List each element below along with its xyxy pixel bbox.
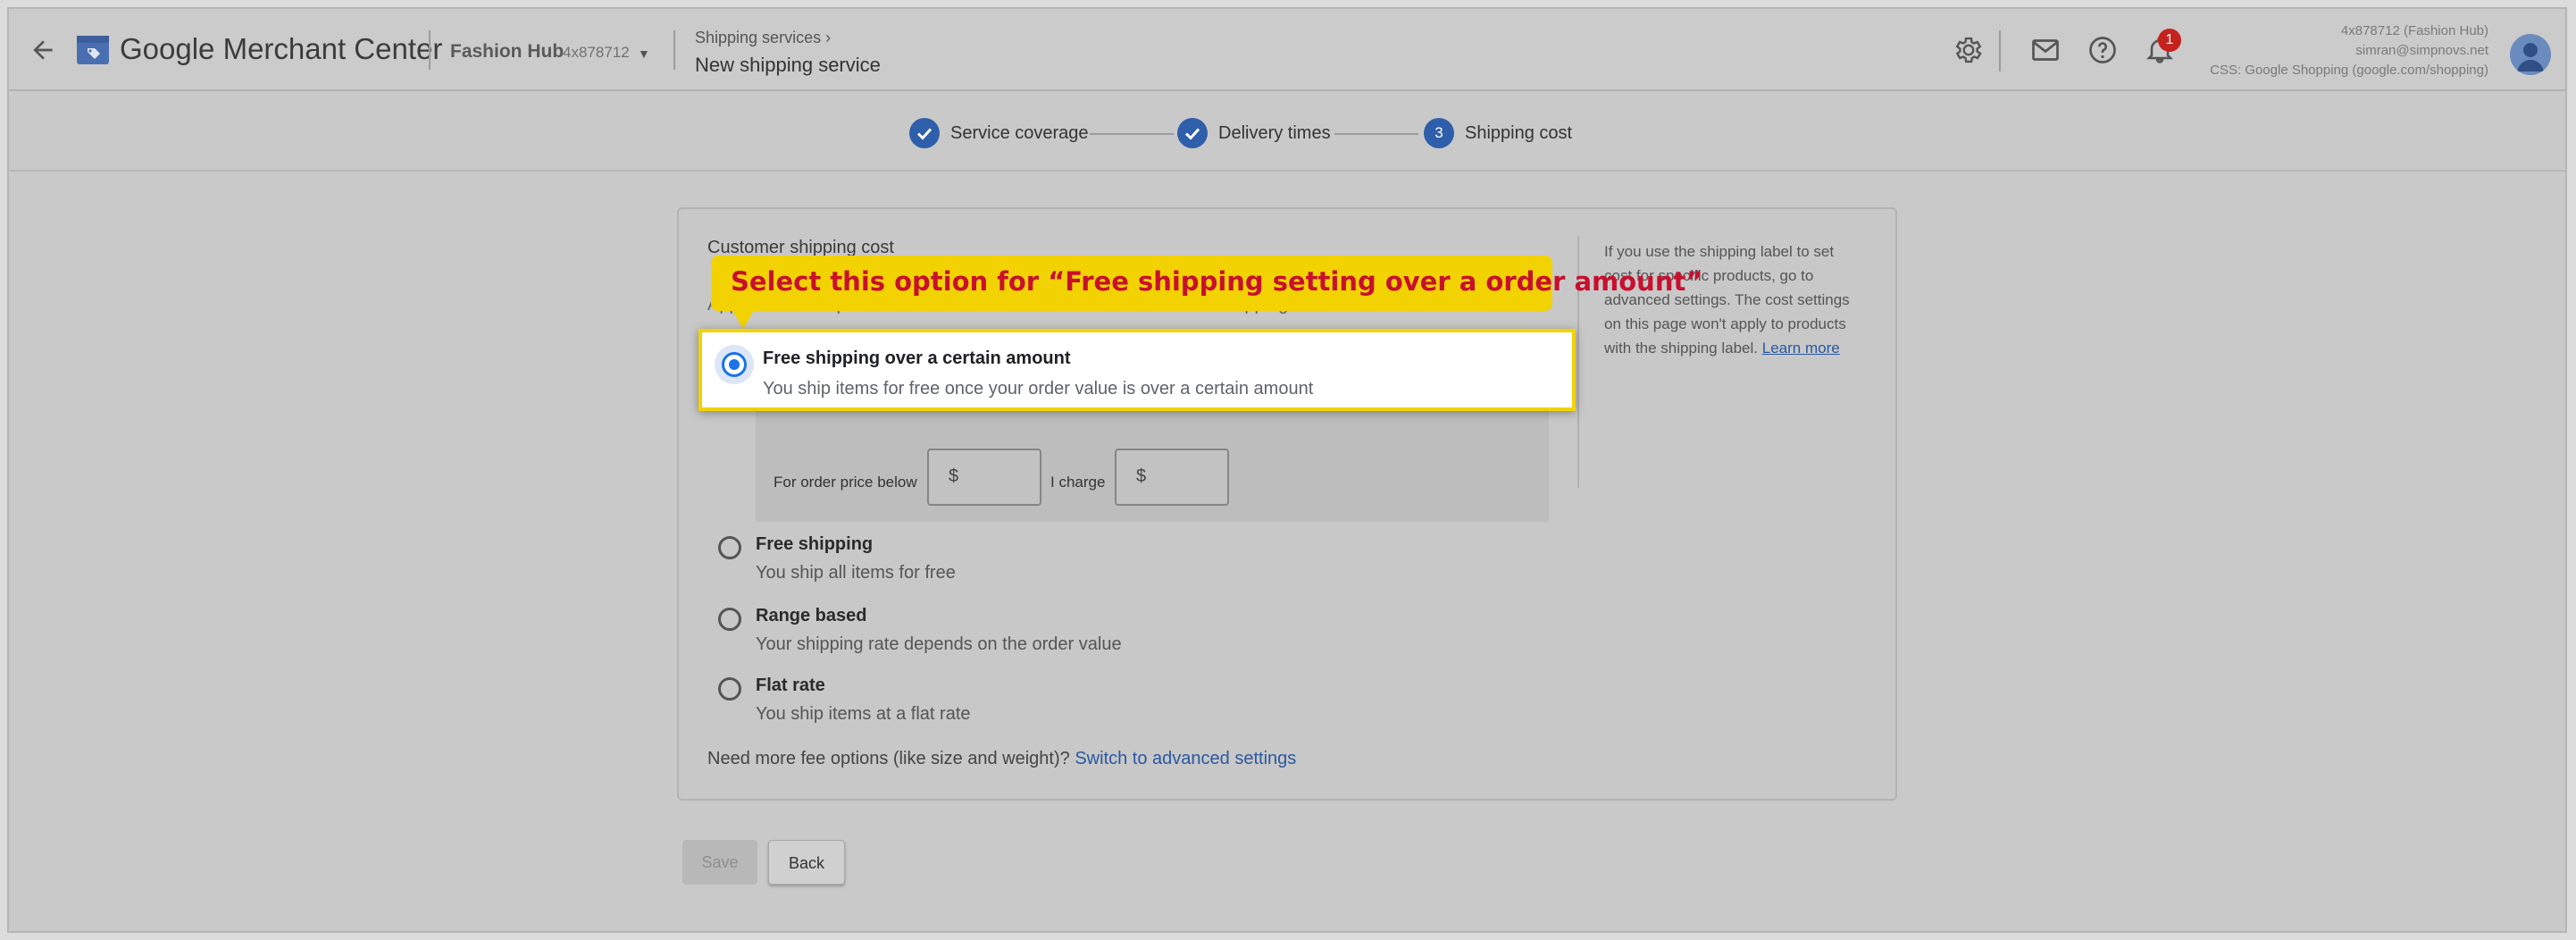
- callout-pointer: [731, 307, 756, 329]
- step-1-check-icon: [909, 118, 940, 148]
- option-description: You ship items at a flat rate: [756, 704, 971, 724]
- user-avatar-icon: [2517, 43, 2544, 71]
- progress-stepper: Service coverage Delivery times 3 Shippi…: [9, 93, 2565, 172]
- option-title: Range based: [756, 606, 867, 625]
- option-title: Free shipping: [756, 534, 874, 554]
- help-icon[interactable]: [2087, 34, 2119, 66]
- option-title: Flat rate: [756, 676, 825, 695]
- tutorial-callout: Select this option for “Free shipping se…: [711, 256, 1702, 311]
- back-arrow-icon[interactable]: [29, 36, 57, 64]
- option-free-shipping-over-amount[interactable]: Free shipping over a certain amount You …: [698, 329, 1576, 411]
- page-title: New shipping service: [695, 54, 881, 76]
- account-id[interactable]: 4x878712: [563, 44, 630, 62]
- advanced-settings-link[interactable]: Switch to advanced settings: [1075, 749, 1296, 768]
- breadcrumb-parent-label[interactable]: Shipping services: [695, 29, 821, 46]
- avatar[interactable]: [2510, 34, 2551, 75]
- order-price-input[interactable]: $: [927, 449, 1041, 506]
- radio-free-shipping-over-amount[interactable]: [722, 352, 747, 377]
- save-button[interactable]: Save: [682, 840, 757, 885]
- learn-more-link[interactable]: Learn more: [1762, 340, 1840, 357]
- header-divider: [673, 30, 675, 70]
- step-connector: [1090, 133, 1174, 135]
- header-divider: [1999, 30, 2001, 71]
- radio-selected-dot: [729, 359, 740, 370]
- user-line-email: simran@simpnovs.net: [2355, 43, 2488, 58]
- step-shipping-cost[interactable]: Shipping cost: [1465, 123, 1572, 144]
- option-description: You ship items for free once your order …: [763, 379, 1314, 399]
- i-charge-label: I charge: [1050, 474, 1106, 491]
- breadcrumb-parent[interactable]: Shipping services ›: [695, 29, 831, 47]
- account-dropdown-icon[interactable]: ▼: [638, 46, 650, 61]
- merchant-center-logo-icon: [77, 36, 109, 64]
- order-price-below-label: For order price below: [774, 474, 917, 491]
- header-divider: [429, 30, 431, 70]
- charge-amount-input[interactable]: $: [1115, 449, 1229, 506]
- radio-free-shipping[interactable]: [718, 536, 741, 559]
- user-line-account: 4x878712 (Fashion Hub): [2340, 23, 2488, 38]
- app-frame: Google Merchant Center Fashion Hub 4x878…: [7, 7, 2567, 933]
- top-header: Google Merchant Center Fashion Hub 4x878…: [9, 9, 2565, 91]
- step-delivery-times[interactable]: Delivery times: [1218, 123, 1331, 144]
- step-2-check-icon: [1177, 118, 1208, 148]
- step-connector: [1334, 133, 1418, 135]
- option-description: You ship all items for free: [756, 563, 956, 583]
- radio-flat-rate[interactable]: [718, 677, 741, 701]
- mail-icon[interactable]: [2029, 34, 2062, 66]
- info-panel: If you use the shipping label to set cos…: [1604, 239, 1863, 360]
- user-account-info[interactable]: 4x878712 (Fashion Hub) simran@simpnovs.n…: [2210, 21, 2488, 80]
- back-button[interactable]: Back: [768, 840, 845, 885]
- option-title: Free shipping over a certain amount: [763, 348, 1071, 368]
- chevron-right-icon: ›: [825, 29, 832, 46]
- user-line-css: CSS: Google Shopping (google.com/shoppin…: [2210, 63, 2488, 78]
- threshold-settings: For order price below $ I charge $: [756, 409, 1549, 522]
- app-title: Google Merchant Center: [120, 32, 443, 65]
- step-service-coverage[interactable]: Service coverage: [950, 123, 1089, 144]
- gear-icon[interactable]: [1953, 34, 1985, 66]
- account-name[interactable]: Fashion Hub: [450, 41, 564, 63]
- notification-badge: 1: [2158, 29, 2181, 52]
- radio-range-based[interactable]: [718, 608, 741, 631]
- step-3-number: 3: [1424, 118, 1454, 148]
- option-description: Your shipping rate depends on the order …: [756, 634, 1122, 654]
- footer-text: Need more fee options (like size and wei…: [707, 749, 1070, 768]
- card-footer: Need more fee options (like size and wei…: [707, 749, 1296, 769]
